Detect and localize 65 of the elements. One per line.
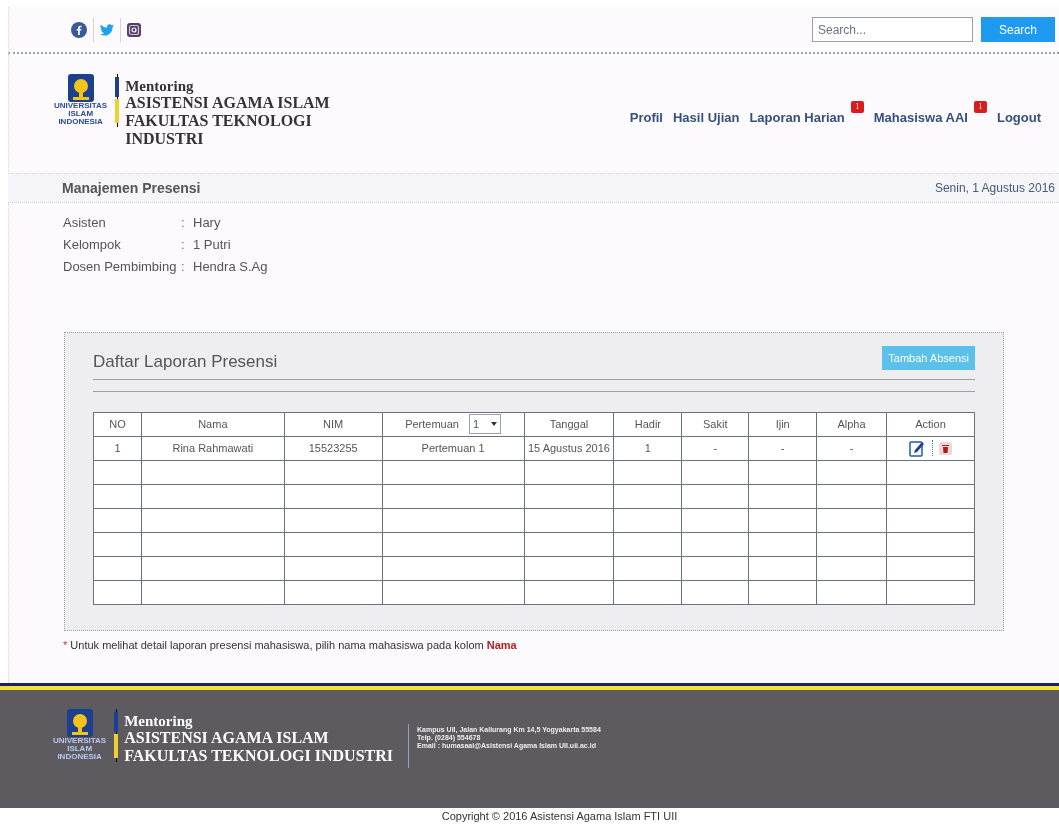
- app-subtitle: ASISTENSI AGAMA ISLAM: [124, 729, 330, 747]
- field-value: Hary: [193, 214, 221, 232]
- field-label: Asisten: [63, 214, 107, 232]
- logo-text: INDONESIA: [58, 118, 103, 126]
- logo-text: UNIVERSITAS: [54, 102, 108, 110]
- table-cell: 15 Agustus 2016: [527, 441, 610, 454]
- colon-separator: :: [181, 236, 186, 254]
- table-cell: 1: [644, 441, 651, 454]
- university-emblem-icon: [65, 709, 94, 737]
- table-cell: -: [780, 441, 785, 454]
- field-value: Hendra S.Ag: [193, 258, 268, 276]
- logo-divider-drawing: [115, 74, 120, 127]
- pertemuan-dropdown[interactable]: 1: [468, 414, 501, 434]
- twitter-icon[interactable]: [100, 23, 114, 36]
- date-text: Senin, 1 Agustus 2016: [934, 180, 1055, 197]
- table-cell: Rina Rahmawati: [172, 441, 254, 454]
- app-subtitle: ASISTENSI AGAMA ISLAM: [125, 94, 330, 112]
- nav-link[interactable]: Mahasiswa AAI: [873, 107, 968, 127]
- column-header: Action: [915, 417, 946, 430]
- logo-divider-drawing: [114, 709, 119, 762]
- field-value: 1 Putri: [193, 236, 231, 254]
- page-title: Manajemen Presensi: [62, 178, 201, 198]
- logo-text: ISLAM: [68, 110, 94, 118]
- column-header: Alpha: [837, 417, 866, 430]
- app-subtitle: INDUSTRI: [125, 130, 205, 148]
- nav-link[interactable]: Hasil Ujian: [672, 107, 740, 127]
- field-label: Dosen Pembimbing: [63, 258, 178, 276]
- nav-link[interactable]: Logout: [996, 107, 1041, 127]
- university-emblem-icon: [66, 74, 95, 102]
- column-header: Ijin: [775, 417, 790, 430]
- app-subtitle: FAKULTAS TEKNOLOGI: [125, 112, 313, 130]
- column-header: Pertemuan: [405, 416, 459, 432]
- column-header: Tanggal: [549, 417, 589, 430]
- colon-separator: :: [181, 258, 186, 276]
- table-cell: -: [849, 441, 854, 454]
- logo-text: INDONESIA: [57, 753, 102, 761]
- column-header: Hadir: [634, 417, 661, 430]
- column-header: Nama: [198, 417, 228, 430]
- panel-title: Daftar Laporan Presensi: [93, 351, 278, 373]
- logo-text: UNIVERSITAS: [53, 737, 107, 745]
- instagram-icon[interactable]: [127, 22, 141, 37]
- table-cell: Pertemuan 1: [421, 441, 485, 454]
- note-text: * Untuk melihat detail laporan presensi mahasiswa, pilih nama mahasiswa pada kolom Nama: [62, 638, 518, 653]
- search-field[interactable]: Search...: [812, 17, 973, 42]
- column-header: Sakit: [703, 417, 728, 430]
- field-label: Kelompok: [63, 236, 122, 254]
- app-subtitle: FAKULTAS TEKNOLOGI INDUSTRI: [124, 747, 393, 765]
- app-name: Mentoring: [125, 78, 195, 94]
- facebook-icon[interactable]: [71, 21, 87, 38]
- caret-icon: [490, 422, 497, 426]
- notification-badge: 1: [973, 101, 987, 113]
- table-cell: -: [713, 441, 718, 454]
- app-name: Mentoring: [124, 713, 194, 729]
- table-cell: 15523255: [308, 441, 358, 454]
- notification-badge: 1: [850, 101, 864, 113]
- nav-link[interactable]: Profil: [629, 107, 663, 127]
- delete-icon[interactable]: [939, 441, 952, 455]
- table-cell: 1: [114, 441, 121, 454]
- column-header: NO: [109, 417, 126, 430]
- logo-text: ISLAM: [67, 745, 93, 753]
- column-header: NIM: [323, 417, 344, 430]
- copyright-text: Copyright © 2016 Asistensi Agama Islam FTI UII: [440, 809, 678, 824]
- colon-separator: :: [181, 214, 186, 232]
- nav-link[interactable]: Laporan Harian: [749, 107, 845, 127]
- edit-icon[interactable]: [909, 439, 926, 457]
